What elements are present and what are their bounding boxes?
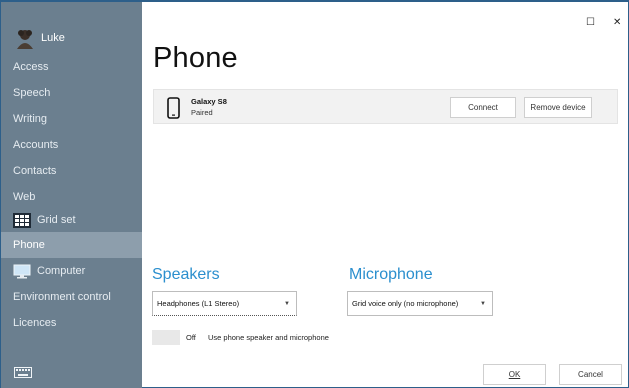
close-icon[interactable]: ✕ <box>613 17 621 28</box>
sidebar-item-phone[interactable]: Phone <box>1 232 142 258</box>
device-card: Galaxy S8 Paired Connect Remove device <box>153 89 618 124</box>
toggle-label: Use phone speaker and microphone <box>208 333 329 342</box>
device-name: Galaxy S8 <box>191 97 227 106</box>
connect-button[interactable]: Connect <box>450 97 516 118</box>
sidebar-item-label: Grid set <box>37 214 76 226</box>
grid-icon <box>13 212 31 228</box>
sidebar-item-label: Accounts <box>13 139 59 151</box>
speakers-select[interactable]: Headphones (L1 Stereo) ▼ <box>152 291 297 316</box>
sidebar-item-accounts[interactable]: Accounts <box>1 132 142 158</box>
sidebar-item-speech[interactable]: Speech <box>1 80 142 106</box>
speakers-heading: Speakers <box>152 266 220 283</box>
sidebar: Luke Access Speech Writing Accounts Cont… <box>1 2 142 388</box>
settings-window: Luke Access Speech Writing Accounts Cont… <box>0 0 629 388</box>
sidebar-item-label: Computer <box>37 265 86 277</box>
microphone-heading: Microphone <box>349 266 433 283</box>
sidebar-item-label: Writing <box>13 113 48 125</box>
toggle-state: Off <box>186 333 196 342</box>
sidebar-item-label: Contacts <box>13 165 57 177</box>
toggle-track <box>152 330 180 345</box>
sidebar-item-label: Licences <box>13 317 57 329</box>
user-profile[interactable]: Luke <box>1 28 142 52</box>
ok-button[interactable]: OK <box>483 364 546 385</box>
smartphone-icon <box>167 97 180 119</box>
keyboard-icon[interactable] <box>14 367 32 378</box>
user-name: Luke <box>41 32 65 44</box>
sidebar-item-writing[interactable]: Writing <box>1 106 142 132</box>
sidebar-item-computer[interactable]: Computer <box>1 258 142 284</box>
sidebar-item-access[interactable]: Access <box>1 54 142 80</box>
sidebar-item-grid-set[interactable]: Grid set <box>1 207 142 233</box>
sidebar-item-label: Access <box>13 61 49 73</box>
chevron-down-icon: ▼ <box>284 301 290 307</box>
phone-speaker-toggle[interactable]: Off <box>152 330 204 345</box>
microphone-select[interactable]: Grid voice only (no microphone) ▼ <box>347 291 493 316</box>
ok-label: OK <box>508 370 521 379</box>
device-status: Paired <box>191 108 213 117</box>
sidebar-item-contacts[interactable]: Contacts <box>1 158 142 184</box>
monitor-icon <box>13 264 31 278</box>
page-title: Phone <box>153 42 238 74</box>
microphone-selected-value: Grid voice only (no microphone) <box>352 299 459 308</box>
sidebar-item-label: Environment control <box>13 291 111 303</box>
sidebar-item-label: Web <box>13 191 36 203</box>
speakers-selected-value: Headphones (L1 Stereo) <box>157 299 240 308</box>
remove-device-button[interactable]: Remove device <box>524 97 592 118</box>
sidebar-item-environment-control[interactable]: Environment control <box>1 284 142 310</box>
chevron-down-icon: ▼ <box>480 301 486 307</box>
sidebar-item-licences[interactable]: Licences <box>1 310 142 336</box>
cancel-button[interactable]: Cancel <box>559 364 622 385</box>
sidebar-item-label: Phone <box>13 239 45 251</box>
avatar <box>17 30 33 49</box>
maximize-icon[interactable]: ☐ <box>586 17 595 28</box>
sidebar-item-label: Speech <box>13 87 51 99</box>
